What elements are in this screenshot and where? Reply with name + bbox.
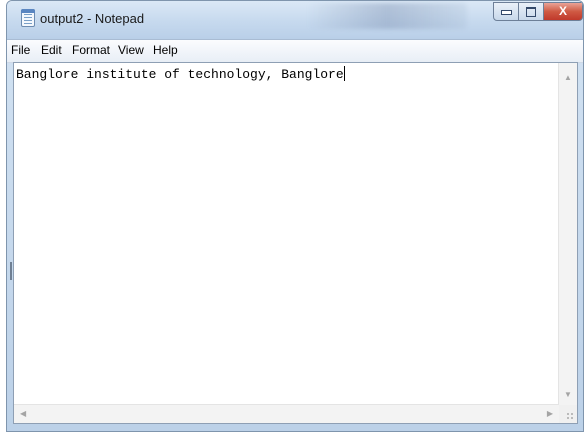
- menu-file[interactable]: File: [11, 43, 30, 57]
- menu-bar: File Edit Format View Help: [7, 39, 583, 63]
- size-grip-icon: [566, 412, 574, 420]
- scroll-right-arrow-icon[interactable]: ▶: [547, 410, 553, 418]
- vertical-scrollbar[interactable]: ▲ ▼: [558, 63, 577, 405]
- scroll-down-arrow-icon[interactable]: ▼: [564, 391, 572, 399]
- menu-view[interactable]: View: [118, 43, 144, 57]
- background-blur: [307, 3, 467, 29]
- scroll-up-arrow-icon[interactable]: ▲: [564, 74, 572, 82]
- close-button[interactable]: X: [543, 2, 583, 21]
- title-bar[interactable]: output2 - Notepad X: [7, 1, 583, 39]
- notepad-icon[interactable]: [21, 9, 35, 27]
- size-grip[interactable]: [559, 405, 577, 423]
- minimize-icon: [500, 10, 512, 15]
- scroll-left-arrow-icon[interactable]: ◀: [20, 410, 26, 418]
- menu-edit[interactable]: Edit: [41, 43, 62, 57]
- maximize-icon: [526, 7, 536, 17]
- maximize-button[interactable]: [518, 2, 544, 21]
- horizontal-scrollbar[interactable]: ◀ ▶: [14, 404, 559, 423]
- text-content-area[interactable]: Banglore institute of technology, Banglo…: [16, 66, 557, 403]
- text-editor[interactable]: Banglore institute of technology, Banglo…: [13, 62, 578, 424]
- menu-help[interactable]: Help: [153, 43, 178, 57]
- document-text: Banglore institute of technology, Banglo…: [16, 67, 344, 82]
- text-caret: [343, 66, 345, 81]
- close-icon: X: [558, 4, 567, 18]
- window-edge-marker: [10, 262, 12, 280]
- menu-format[interactable]: Format: [72, 43, 110, 57]
- window-title: output2 - Notepad: [40, 11, 145, 26]
- minimize-button[interactable]: [493, 2, 519, 21]
- notepad-window: output2 - Notepad X File Edit Format Vie…: [6, 0, 584, 432]
